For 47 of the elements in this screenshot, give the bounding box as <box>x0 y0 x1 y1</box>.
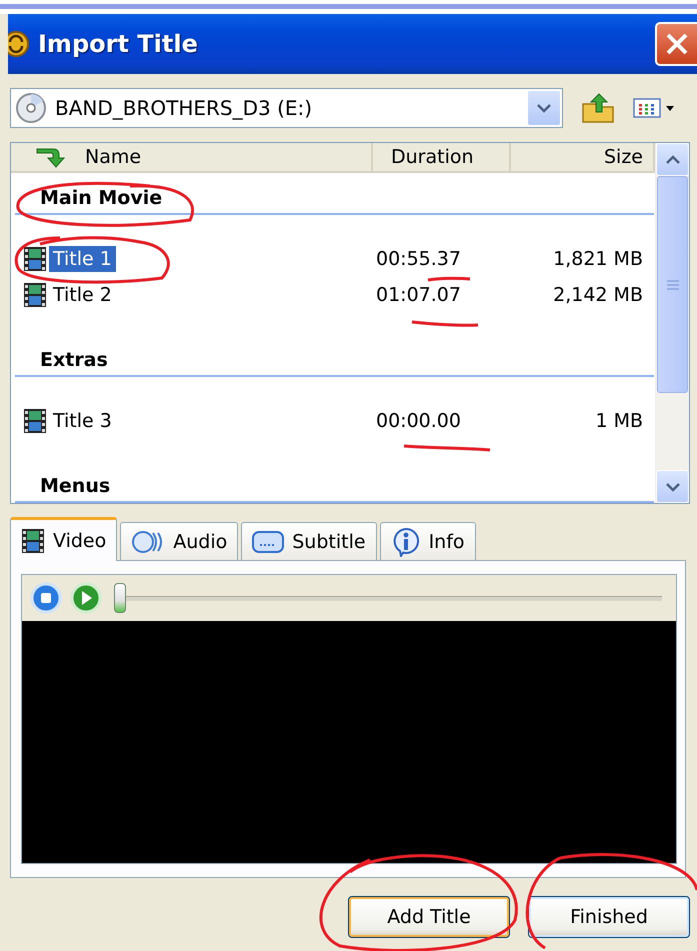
title-name[interactable]: Title 2 <box>49 282 116 308</box>
view-grid-icon[interactable] <box>633 96 677 120</box>
chevron-up-icon <box>664 154 680 164</box>
duration-cell-text: 00:00.00 <box>375 410 461 432</box>
close-icon <box>665 32 689 56</box>
disc-logo-icon <box>8 30 30 58</box>
film-icon <box>23 408 47 434</box>
disc-icon <box>15 92 47 124</box>
scrollbar[interactable] <box>655 143 689 503</box>
film-icon <box>23 282 47 308</box>
close-button[interactable] <box>655 22 697 66</box>
stop-icon[interactable] <box>30 582 62 614</box>
group-header: Main Movie <box>40 187 162 209</box>
size-cell-text: 1 MB <box>595 410 644 432</box>
group-header: Extras <box>40 349 108 371</box>
column-header[interactable]: Name <box>11 143 373 171</box>
chevron-down-icon <box>536 103 552 113</box>
play-icon[interactable] <box>70 582 102 614</box>
column-header[interactable]: Duration <box>373 143 511 171</box>
size-cell-text: 2,142 MB <box>553 284 644 306</box>
tab[interactable]: Video <box>10 517 118 561</box>
chevron-down-icon <box>664 482 680 492</box>
film-icon <box>23 246 47 272</box>
film-icon <box>21 528 45 554</box>
slider-thumb[interactable] <box>114 583 126 613</box>
folder-up-icon[interactable] <box>581 92 615 124</box>
window-title: Import Title <box>38 30 198 58</box>
drive-name: BAND_BROTHERS_D3 (E:) <box>55 96 314 120</box>
annotation-underline <box>428 276 470 282</box>
drive-dropdown[interactable]: BAND_BROTHERS_D3 (E:) <box>10 88 563 128</box>
tab[interactable]: Subtitle <box>241 522 377 560</box>
title-name[interactable]: Title 1 <box>49 246 116 272</box>
size-cell-text: 1,821 MB <box>553 248 644 270</box>
tab[interactable]: Audio <box>120 522 238 560</box>
dialog-button[interactable]: Finished <box>528 896 690 938</box>
annotation-underline <box>412 320 478 327</box>
speech-bubble-icon <box>252 530 284 554</box>
seek-slider[interactable] <box>114 583 662 613</box>
tab[interactable]: Info <box>380 522 476 560</box>
grip-icon <box>666 280 680 290</box>
title-name[interactable]: Title 3 <box>49 408 116 434</box>
duration-cell-text: 01:07.07 <box>375 284 461 306</box>
group-header: Menus <box>40 475 110 497</box>
info-icon <box>390 526 421 556</box>
dialog-button[interactable]: Add Title <box>348 896 510 938</box>
duration-cell-text: 00:55.37 <box>375 248 461 270</box>
arrow-icon <box>35 146 67 168</box>
